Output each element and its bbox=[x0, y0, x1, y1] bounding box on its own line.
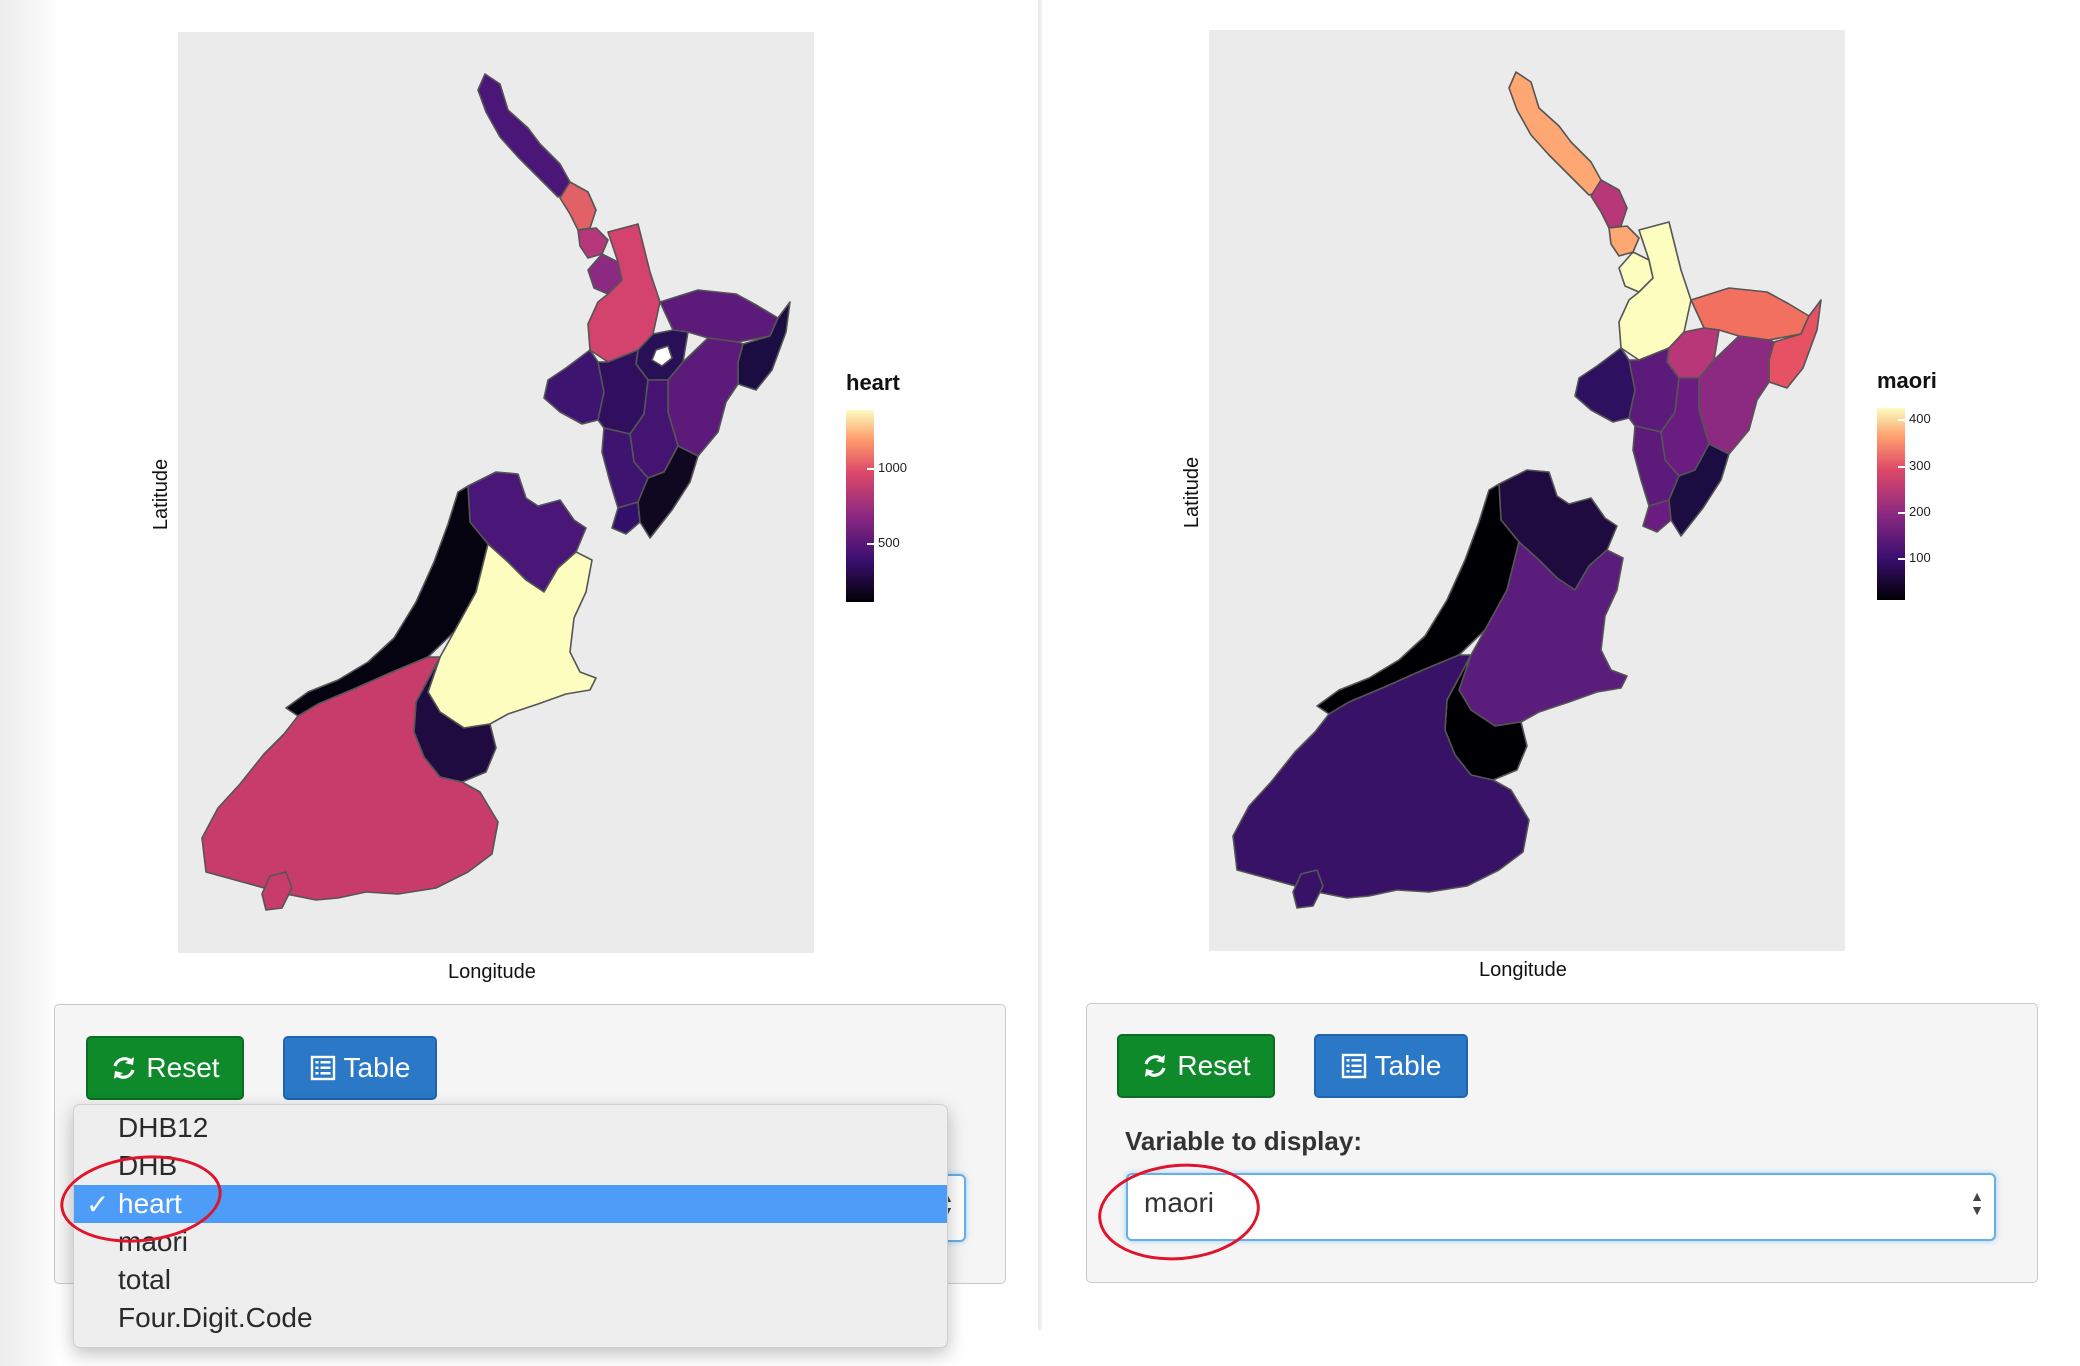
right-reset-button[interactable]: Reset bbox=[1117, 1034, 1275, 1098]
table-list-icon bbox=[1341, 1053, 1366, 1079]
dropdown-option-four-digit-code[interactable]: Four.Digit.Code bbox=[74, 1299, 947, 1337]
refresh-icon bbox=[113, 1057, 135, 1079]
region-taranaki bbox=[1574, 347, 1636, 423]
left-reset-label: Reset bbox=[146, 1052, 220, 1083]
right-legend-tick-100 bbox=[1898, 558, 1905, 560]
region-northland bbox=[477, 73, 577, 198]
left-legend-label-500: 500 bbox=[878, 535, 900, 550]
left-legend-colorbar bbox=[846, 410, 874, 602]
left-legend-tick-1000 bbox=[867, 468, 874, 470]
dropdown-option-total[interactable]: total bbox=[74, 1261, 947, 1299]
left-legend-tick-500 bbox=[867, 543, 874, 545]
right-table-label: Table bbox=[1374, 1050, 1442, 1081]
left-axis-y-label: Latitude bbox=[150, 458, 173, 531]
right-nz-map bbox=[1232, 71, 1822, 909]
left-nz-map bbox=[201, 73, 791, 911]
region-taranaki bbox=[543, 349, 605, 425]
right-axis-x-label: Longitude bbox=[1479, 959, 1567, 981]
region-capital-coast bbox=[1642, 499, 1672, 533]
right-legend-title: maori bbox=[1877, 368, 1937, 393]
right-legend-label-400: 400 bbox=[1909, 411, 1931, 426]
left-table-label: Table bbox=[343, 1052, 411, 1083]
dropdown-option-maori[interactable]: maori bbox=[74, 1223, 947, 1261]
region-waitemata bbox=[1590, 179, 1628, 229]
right-legend-label-100: 100 bbox=[1909, 550, 1931, 565]
right-table-button[interactable]: Table bbox=[1314, 1034, 1468, 1098]
right-legend-colorbar bbox=[1877, 408, 1905, 600]
left-axis-x-label: Longitude bbox=[448, 961, 536, 983]
region-auckland bbox=[577, 227, 609, 259]
right-reset-label: Reset bbox=[1177, 1050, 1251, 1081]
right-legend-label-200: 200 bbox=[1909, 504, 1931, 519]
right-axis-y-label: Latitude bbox=[1181, 456, 1204, 529]
variable-to-display-label: Variable to display: bbox=[1125, 1126, 1362, 1156]
left-reset-button[interactable]: Reset bbox=[86, 1036, 244, 1100]
window-edge-shadow bbox=[0, 0, 60, 1366]
right-legend-tick-200 bbox=[1898, 512, 1905, 514]
right-legend-tick-400 bbox=[1898, 419, 1905, 421]
right-legend-label-300: 300 bbox=[1909, 458, 1931, 473]
dropdown-option-dhb12[interactable]: DHB12 bbox=[74, 1109, 947, 1147]
table-list-icon bbox=[310, 1055, 335, 1081]
region-northland bbox=[1508, 71, 1608, 196]
left-legend-title: heart bbox=[846, 370, 900, 395]
right-legend-tick-300 bbox=[1898, 466, 1905, 468]
region-capital-coast bbox=[611, 501, 641, 535]
left-variable-dropdown[interactable]: DHB12 DHB ✓ heart maori total Four.Digit… bbox=[73, 1104, 948, 1348]
panel-divider bbox=[1038, 0, 1042, 1330]
select-arrows-icon: ▲▼ bbox=[1970, 1188, 1984, 1218]
left-table-button[interactable]: Table bbox=[283, 1036, 437, 1100]
region-waitemata bbox=[559, 181, 597, 231]
refresh-icon bbox=[1144, 1055, 1166, 1077]
left-legend-label-1000: 1000 bbox=[878, 460, 907, 475]
region-auckland bbox=[1608, 225, 1640, 257]
